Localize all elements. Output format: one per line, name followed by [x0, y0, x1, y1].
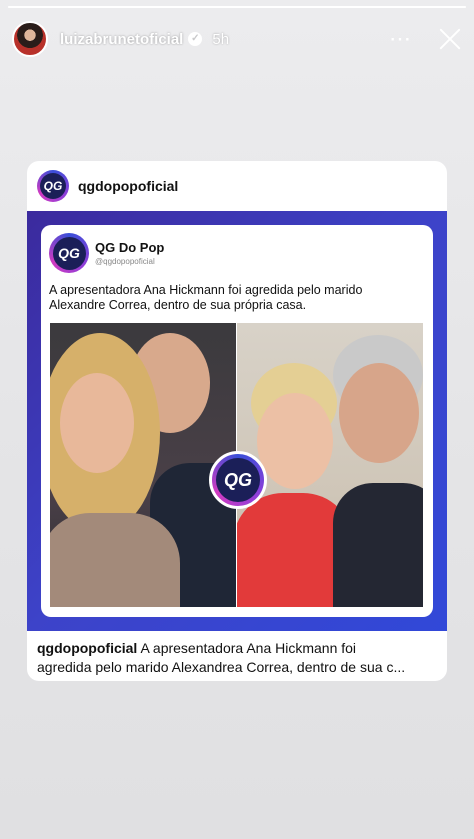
avatar[interactable] — [12, 21, 48, 57]
tweet-handle: @qgdopopoficial — [95, 257, 155, 266]
story-viewer: luizabrunetoficial ✓ 5h ⋯ QG qgdopopofic… — [0, 0, 474, 839]
story-progress-bar — [8, 6, 466, 8]
photo-person-man-shirt — [333, 483, 423, 607]
qg-logo-icon: QG — [40, 173, 66, 199]
tweet-text: A apresentadora Ana Hickmann foi agredid… — [49, 283, 363, 312]
qg-logo-icon: QG — [52, 236, 86, 270]
tweet-card: QG QG Do Pop @qgdopopoficial A apresenta… — [41, 225, 433, 617]
post-author-avatar[interactable]: QG — [37, 170, 69, 202]
more-options-icon[interactable]: ⋯ — [389, 28, 412, 50]
story-header: luizabrunetoficial ✓ 5h ⋯ — [12, 20, 462, 58]
verified-badge-icon: ✓ — [188, 32, 203, 46]
post-header: QG qgdopopoficial — [27, 161, 447, 211]
tweet-header: QG QG Do Pop @qgdopopoficial — [49, 233, 164, 273]
story-timestamp: 5h — [212, 30, 230, 48]
story-progress-fill — [8, 6, 466, 8]
post-image[interactable]: QG QG Do Pop @qgdopopoficial A apresenta… — [27, 211, 447, 631]
close-icon[interactable] — [438, 27, 462, 51]
tweet-display-name: QG Do Pop — [95, 240, 165, 255]
story-username[interactable]: luizabrunetoficial — [60, 31, 183, 48]
tweet-avatar: QG — [49, 233, 89, 273]
photo-person-woman-face — [257, 393, 333, 489]
tweet-names: QG Do Pop @qgdopopoficial — [95, 240, 164, 266]
qg-logo-icon: QG — [216, 458, 260, 502]
post-caption[interactable]: qgdopopoficial A apresentadora Ana Hickm… — [37, 639, 437, 677]
caption-text-1: A apresentadora Ana Hickmann foi — [140, 640, 357, 656]
photo-person-woman-face — [60, 373, 134, 473]
photo-person-woman-top — [50, 513, 180, 607]
post-author-username[interactable]: qgdopopoficial — [78, 178, 178, 194]
photo-left — [50, 323, 236, 607]
caption-line-2: agredida pelo marido Alexandrea Correa, … — [37, 659, 406, 675]
caption-line-1: qgdopopoficial A apresentadora Ana Hickm… — [37, 639, 437, 658]
photo-person-man-face — [339, 363, 419, 463]
photo-right — [237, 323, 423, 607]
caption-username[interactable]: qgdopopoficial — [37, 640, 137, 656]
qg-watermark-logo: QG — [209, 451, 267, 509]
shared-post-card[interactable]: QG qgdopopoficial QG QG Do Pop @qgdopopo… — [27, 161, 447, 681]
